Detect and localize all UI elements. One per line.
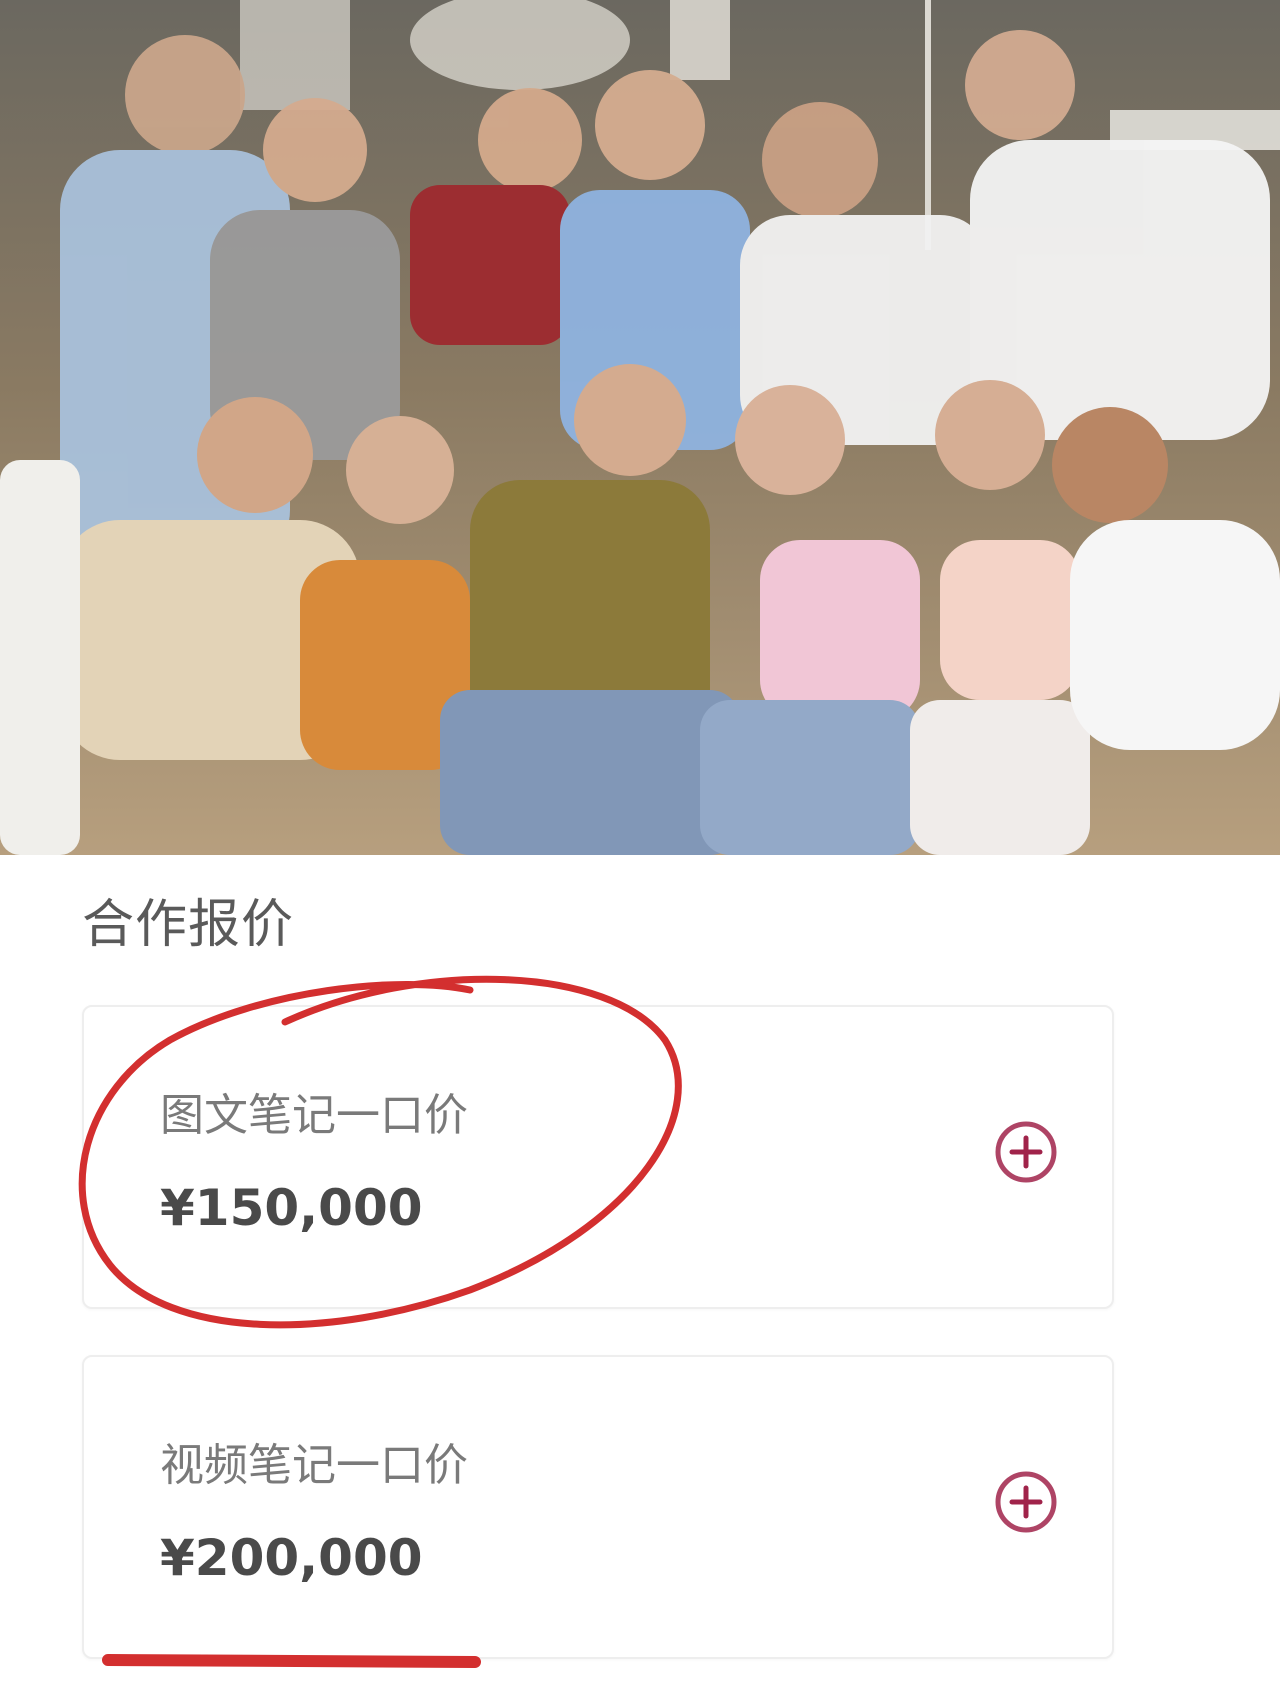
plus-circle-icon[interactable] [994,1120,1058,1184]
quote-card-image-text[interactable]: 图文笔记一口价 ¥150,000 [82,1005,1114,1309]
red-underline-annotation [102,1654,481,1668]
group-photo [0,0,1280,855]
section-title: 合作报价 [82,895,295,955]
quote-card-video[interactable]: 视频笔记一口价 ¥200,000 [82,1355,1114,1659]
quote-label: 图文笔记一口价 [160,1090,468,1141]
plus-circle-icon[interactable] [994,1470,1058,1534]
quote-price: ¥150,000 [160,1179,423,1237]
quote-price: ¥200,000 [160,1529,423,1587]
quote-label: 视频笔记一口价 [160,1440,468,1491]
